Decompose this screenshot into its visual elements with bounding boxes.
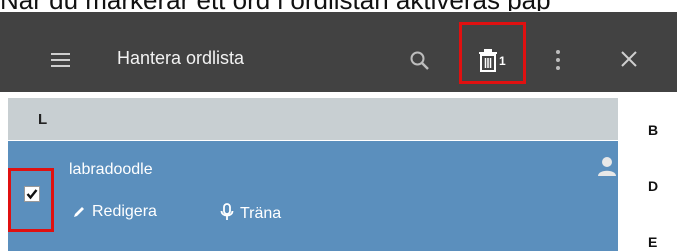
edit-label: Redigera xyxy=(92,203,157,220)
edit-button[interactable]: Redigera xyxy=(72,203,157,221)
highlight-box-delete xyxy=(459,22,526,84)
user-icon xyxy=(596,155,618,182)
word-label: labradoodle xyxy=(69,161,153,178)
hamburger-menu-icon[interactable] xyxy=(51,53,70,67)
train-button[interactable]: Träna xyxy=(220,203,281,223)
search-icon[interactable] xyxy=(409,50,431,77)
index-letter-b[interactable]: B xyxy=(648,122,658,138)
caption-text: När du markerar ett ord i ordlistan akti… xyxy=(0,0,677,11)
list-item[interactable]: labradoodle Redigera Träna xyxy=(8,141,618,251)
section-header: L xyxy=(8,98,618,140)
pencil-icon xyxy=(74,207,84,217)
word-list: L labradoodle Redigera Träna xyxy=(8,92,618,251)
app-toolbar: Hantera ordlista 1 xyxy=(0,12,677,92)
index-letter-e[interactable]: E xyxy=(648,234,657,250)
index-letter-d[interactable]: D xyxy=(648,178,658,194)
microphone-icon xyxy=(220,203,234,220)
page-title: Hantera ordlista xyxy=(117,48,245,68)
more-options-icon[interactable] xyxy=(556,50,560,70)
section-letter: L xyxy=(38,111,48,128)
close-icon[interactable] xyxy=(620,50,638,73)
highlight-box-checkbox xyxy=(8,168,54,232)
train-label: Träna xyxy=(240,205,282,222)
alphabet-index: B D E xyxy=(618,92,677,251)
